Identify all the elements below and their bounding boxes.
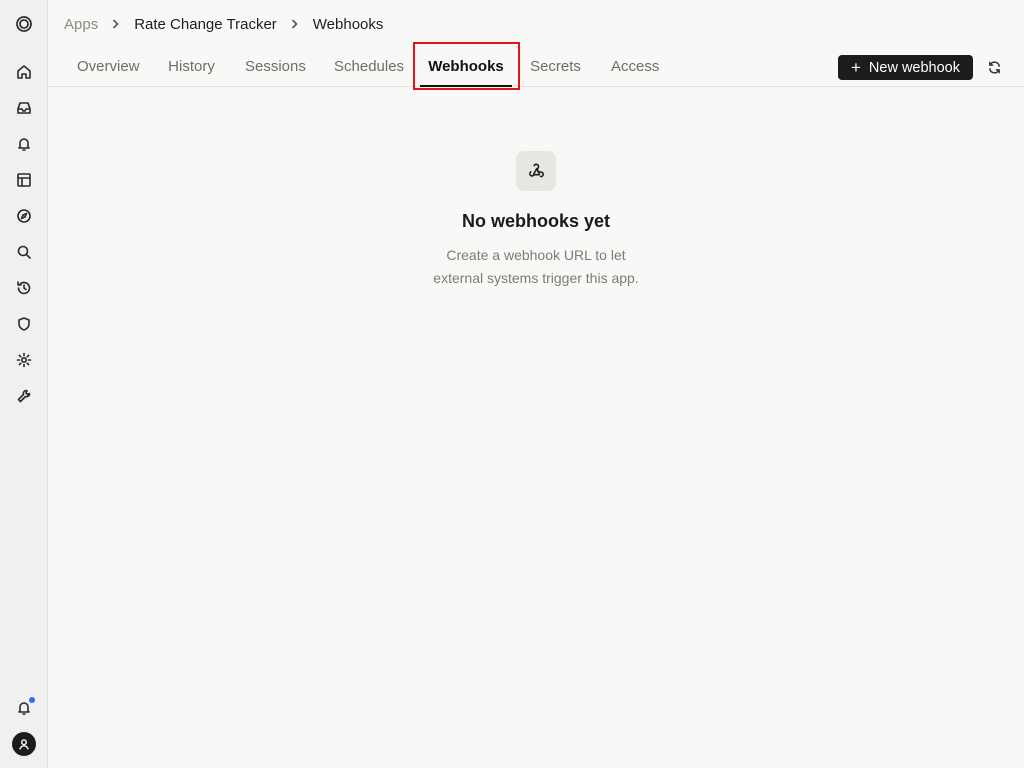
empty-state-description-line-1: Create a webhook URL to let — [446, 247, 626, 263]
bell-icon[interactable] — [12, 132, 36, 156]
refresh-icon[interactable] — [984, 57, 1004, 77]
empty-state-title: No webhooks yet — [461, 211, 611, 231]
home-icon[interactable] — [12, 60, 36, 84]
empty-state-description-line-2: external systems trigger this app. — [433, 270, 639, 286]
tab-webhooks[interactable]: Webhooks — [420, 48, 512, 87]
empty-state-description: Create a webhook URL to let external sys… — [336, 244, 736, 290]
compass-icon[interactable] — [12, 204, 36, 228]
sidebar — [0, 0, 48, 768]
history-icon[interactable] — [12, 276, 36, 300]
wrench-icon[interactable] — [12, 384, 36, 408]
tab-schedules[interactable]: Schedules — [334, 48, 404, 86]
webhook-icon — [516, 151, 556, 191]
tab-history[interactable]: History — [168, 48, 215, 86]
notifications-bell-icon[interactable] — [12, 696, 36, 720]
chevron-right-icon — [277, 19, 313, 29]
shield-icon[interactable] — [12, 312, 36, 336]
tab-sessions[interactable]: Sessions — [245, 48, 306, 86]
chevron-right-icon — [98, 19, 134, 29]
tab-access[interactable]: Access — [611, 48, 659, 86]
gear-icon[interactable] — [12, 348, 36, 372]
user-avatar[interactable] — [12, 732, 36, 756]
layout-icon[interactable] — [12, 168, 36, 192]
workspace-logo-icon[interactable] — [12, 12, 36, 36]
user-icon — [19, 739, 29, 750]
tab-overview[interactable]: Overview — [77, 48, 140, 86]
breadcrumb-apps[interactable]: Apps — [64, 16, 98, 33]
breadcrumb-app[interactable]: Rate Change Tracker — [134, 16, 277, 33]
search-icon[interactable] — [12, 240, 36, 264]
new-webhook-button[interactable]: + New webhook — [838, 55, 973, 80]
breadcrumb: Apps Rate Change Tracker Webhooks — [64, 14, 383, 34]
plus-icon: + — [850, 58, 861, 77]
tab-secrets[interactable]: Secrets — [530, 48, 581, 86]
empty-state: No webhooks yet Create a webhook URL to … — [336, 151, 736, 290]
breadcrumb-current: Webhooks — [312, 15, 384, 33]
unread-indicator — [29, 697, 35, 703]
inbox-icon[interactable] — [12, 96, 36, 120]
new-webhook-label: New webhook — [868, 59, 960, 76]
